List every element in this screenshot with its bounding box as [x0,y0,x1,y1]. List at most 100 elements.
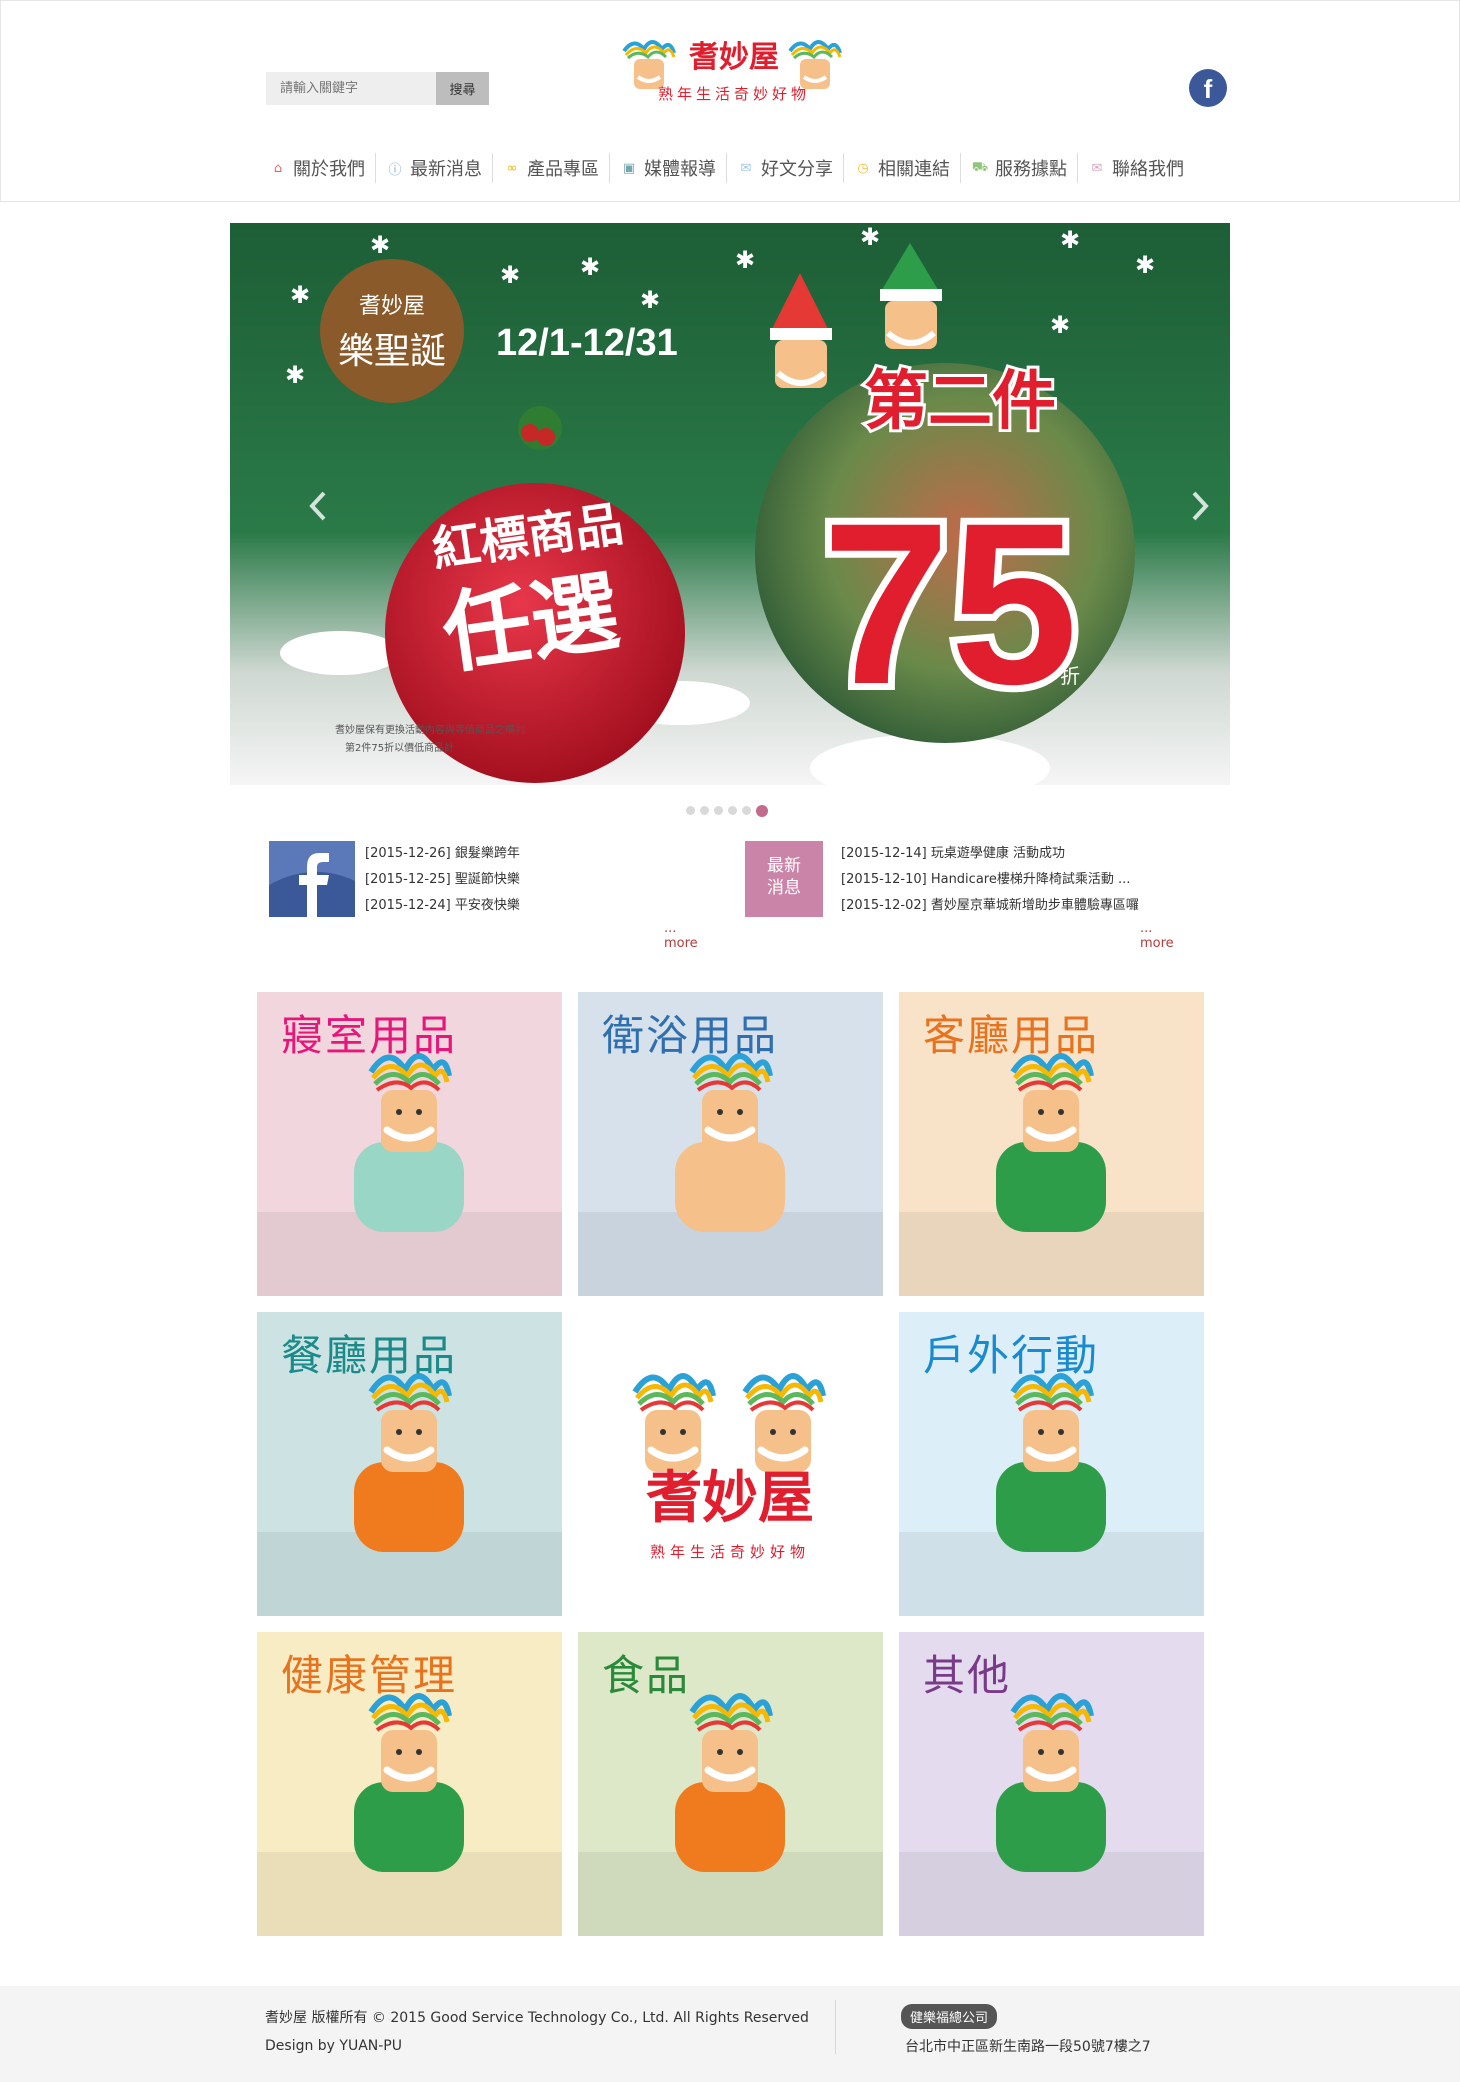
category-tile-health[interactable]: 健康管理 [257,1632,562,1936]
category-tile-bathroom[interactable]: 衛浴用品 [578,992,883,1296]
category-title: 食品 [602,1651,691,1700]
svg-text:耆妙屋: 耆妙屋 [689,40,779,75]
carousel-dot[interactable] [714,806,723,815]
category-title: 其他 [923,1651,1012,1700]
svg-text:耆妙屋保有更換活動內容與等值商品之權利: 耆妙屋保有更換活動內容與等值商品之權利 [335,723,525,736]
nav-item-4[interactable]: ▣ 媒體報導 [610,153,727,183]
mascot-right-icon [788,40,842,89]
category-tile-bedroom[interactable]: 寢室用品 [257,992,562,1296]
copyright-text: 耆妙屋 版權所有 © 2015 Good Service Technology … [265,2010,809,2026]
carousel-dot[interactable] [728,806,737,815]
news-item[interactable]: [2015-12-02] 耆妙屋京華城新增助步車體驗專區囉 [841,893,1139,919]
carousel-dot[interactable] [756,805,768,817]
svg-text:✱: ✱ [290,281,310,309]
search-bar: 搜尋 [266,72,489,105]
svg-text:✱: ✱ [370,231,390,259]
facebook-icon[interactable] [269,841,355,917]
svg-text:✱: ✱ [1050,311,1070,339]
nav-item-label: 相關連結 [878,159,950,180]
camera-icon: ▣ [622,160,636,176]
info-icon: ⓘ [388,162,402,178]
carousel-dot[interactable] [686,806,695,815]
nav-item-label: 好文分享 [761,159,833,180]
nav-item-label: 服務據點 [995,159,1067,180]
svg-text:熟年生活奇妙好物: 熟年生活奇妙好物 [658,85,810,103]
site-logo[interactable]: 耆妙屋 熟年生活奇妙好物 [616,31,848,109]
nav-item-3[interactable]: ∞ 產品專區 [493,153,610,183]
chat-icon: ✉ [740,160,752,176]
category-tile-other[interactable]: 其他 [899,1632,1204,1936]
latest-news-more-link[interactable]: ... more [1140,921,1174,951]
svg-text:✱: ✱ [860,223,880,251]
category-tile-dining[interactable]: 餐廳用品 [257,1312,562,1616]
company-badge: 健樂福總公司 [901,2004,998,2029]
nav-item-2[interactable]: ⓘ 最新消息 [376,153,493,183]
search-input[interactable] [266,72,436,105]
news-item[interactable]: [2015-12-26] 銀髮樂跨年 [365,841,520,867]
footer-copyright: 耆妙屋 版權所有 © 2015 Good Service Technology … [265,2004,809,2060]
nav-item-label: 最新消息 [410,159,482,180]
brand-tagline-text: 熟年生活奇妙好物 [650,1543,810,1561]
category-title: 健康管理 [281,1651,458,1700]
svg-text:✱: ✱ [1060,226,1080,254]
svg-text:第二件: 第二件 [864,365,1056,439]
category-tile-outdoor[interactable]: 戶外行動 [899,1312,1204,1616]
nav-item-7[interactable]: ⛟ 服務據點 [961,153,1078,183]
category-title: 戶外行動 [923,1331,1100,1380]
svg-text:✱: ✱ [500,261,520,289]
nav-item-6[interactable]: ◷ 相關連結 [844,153,961,183]
latest-news-badge[interactable]: 最新 消息 [745,841,823,917]
mascot-icon: 耆妙屋熟年生活奇妙好物 [632,1373,826,1561]
nav-item-label: 產品專區 [527,159,599,180]
news-item[interactable]: [2015-12-25] 聖誕節快樂 [365,867,520,893]
news-item[interactable]: [2015-12-10] Handicare樓梯升降椅試乘活動 ... [841,867,1139,893]
main-nav: ⌂ 關於我們 ⓘ 最新消息 ∞ 產品專區 ▣ 媒體報導 ✉ 好文分享 ◷ 相關連結 ⛟ 服務據點 ✉ 聯絡我們 [259,153,1194,183]
svg-text:折: 折 [1060,664,1080,688]
category-tile-brand-logo[interactable]: 耆妙屋熟年生活奇妙好物 [578,1312,883,1616]
search-button[interactable]: 搜尋 [436,72,489,105]
carousel-dot[interactable] [700,806,709,815]
site-footer: 耆妙屋 版權所有 © 2015 Good Service Technology … [0,1986,1460,2082]
svg-text:✱: ✱ [580,253,600,281]
car-icon: ⛟ [971,159,989,175]
news-item[interactable]: [2015-12-14] 玩桌遊學健康 活動成功 [841,841,1139,867]
latest-news-badge-line2: 消息 [767,878,801,898]
category-tile-food[interactable]: 食品 [578,1632,883,1936]
company-address: 台北市中正區新生南路一段50號7樓之7 [905,2039,1151,2055]
nav-item-5[interactable]: ✉ 好文分享 [727,153,844,183]
svg-text:樂聖誕: 樂聖誕 [338,331,446,372]
svg-text:耆妙屋: 耆妙屋 [359,294,425,319]
facebook-more-link[interactable]: ... more [664,921,698,951]
home-icon: ⌂ [273,160,283,176]
brand-name-text: 耆妙屋 [646,1466,814,1531]
category-title: 客廳用品 [923,1011,1100,1060]
carousel-dot[interactable] [742,806,751,815]
clock-icon: ◷ [857,160,869,176]
svg-text:75: 75 [822,475,1078,732]
nav-item-8[interactable]: ✉ 聯絡我們 [1078,153,1194,183]
carousel-dots [686,805,768,817]
promo-banner[interactable]: ✱ ✱ ✱ ✱ ✱ ✱ ✱ ✱ ✱ ✱ ✱ 耆妙屋 樂聖誕 12/1-12/31 紅標商品 任… [230,223,1230,785]
category-title: 衛浴用品 [602,1011,779,1060]
svg-text:✱: ✱ [640,286,660,314]
svg-text:第2件75折以價低商品計: 第2件75折以價低商品計 [345,741,454,754]
design-credit: Design by YUAN-PU [265,2038,402,2054]
category-title: 寢室用品 [281,1011,458,1060]
site-header: 搜尋 耆妙屋 熟年生活奇妙好物 f ⌂ 關於我們 ⓘ 最新消息 ∞ 產品專區 ▣ 媒體報導 ✉ 好… [0,0,1460,202]
svg-text:✱: ✱ [735,246,755,274]
mail-icon: ✉ [1091,160,1103,176]
category-tile-living-room[interactable]: 客廳用品 [899,992,1204,1296]
footer-divider [835,2000,836,2054]
svg-text:✱: ✱ [1135,251,1155,279]
category-title: 餐廳用品 [281,1331,458,1380]
glasses-icon: ∞ [506,160,518,176]
nav-item-1[interactable]: ⌂ 關於我們 [259,153,376,183]
latest-news-badge-line1: 最新 [767,856,801,876]
nav-item-label: 聯絡我們 [1112,159,1184,180]
mascot-left-icon [622,40,676,89]
nav-item-label: 媒體報導 [644,159,716,180]
svg-text:✱: ✱ [285,361,305,389]
facebook-icon[interactable]: f [1189,69,1227,107]
nav-item-label: 關於我們 [293,159,365,180]
news-item[interactable]: [2015-12-24] 平安夜快樂 [365,893,520,919]
